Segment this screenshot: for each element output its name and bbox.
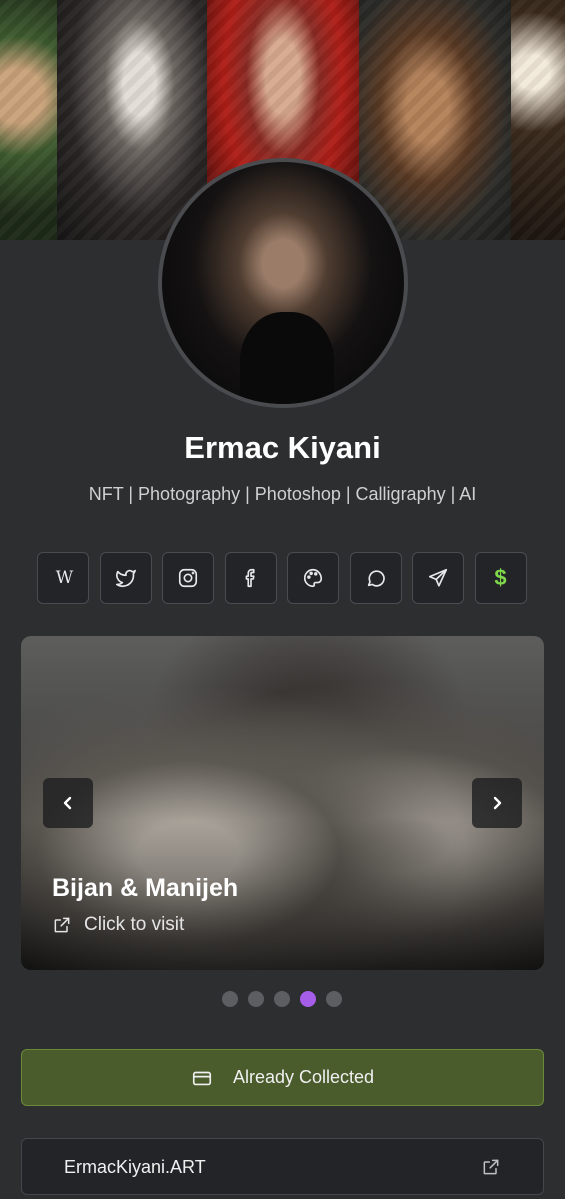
carousel-dot[interactable]: [222, 991, 238, 1007]
facebook-icon: [245, 568, 255, 588]
banner-image: [359, 0, 511, 240]
external-link-icon: [54, 917, 70, 933]
carousel-next-button[interactable]: [472, 778, 522, 828]
banner-image: [0, 0, 57, 240]
chat-icon: [367, 570, 385, 587]
credit-card-icon: [192, 1071, 212, 1085]
already-collected-button[interactable]: Already Collected: [21, 1049, 544, 1106]
dollar-icon: $: [494, 565, 507, 590]
chevron-left-icon: [63, 796, 72, 810]
twitter-icon: [115, 569, 136, 588]
banner-image: [511, 0, 565, 240]
avatar: [158, 158, 408, 408]
carousel-visit-link[interactable]: Click to visit: [52, 914, 184, 936]
wikipedia-icon: W: [55, 568, 74, 588]
carousel-slide-title: Bijan & Manijeh: [52, 874, 239, 902]
collected-label: Already Collected: [232, 1067, 375, 1087]
palette-icon: [304, 568, 323, 588]
palette-button[interactable]: [287, 552, 339, 604]
chat-button[interactable]: [349, 552, 402, 604]
visit-label: Click to visit: [84, 914, 185, 935]
social-links: W $: [37, 552, 527, 604]
send-icon: [428, 568, 448, 587]
donate-button[interactable]: $: [474, 552, 527, 604]
carousel-dot[interactable]: [326, 991, 342, 1007]
carousel-pagination: [222, 991, 342, 1007]
external-link-icon: [483, 1159, 499, 1175]
instagram-icon: [178, 568, 198, 588]
carousel-dot[interactable]: [248, 991, 264, 1007]
twitter-button[interactable]: [99, 552, 152, 604]
chevron-right-icon: [493, 796, 502, 810]
carousel-dot[interactable]: [274, 991, 290, 1007]
send-button[interactable]: [412, 552, 464, 604]
profile-tagline: NFT | Photography | Photoshop | Calligra…: [88, 484, 477, 504]
carousel-prev-button[interactable]: [43, 778, 93, 828]
facebook-button[interactable]: [224, 552, 277, 604]
wikipedia-button[interactable]: W: [37, 552, 89, 604]
website-link-button[interactable]: ErmacKiyani.ART: [21, 1138, 544, 1195]
instagram-button[interactable]: [162, 552, 214, 604]
carousel-dot-active[interactable]: [300, 991, 316, 1007]
website-label: ErmacKiyani.ART: [64, 1157, 206, 1177]
profile-name: Ermac Kiyani: [184, 430, 381, 465]
artwork-carousel[interactable]: Bijan & Manijeh Click to visit: [21, 636, 544, 970]
